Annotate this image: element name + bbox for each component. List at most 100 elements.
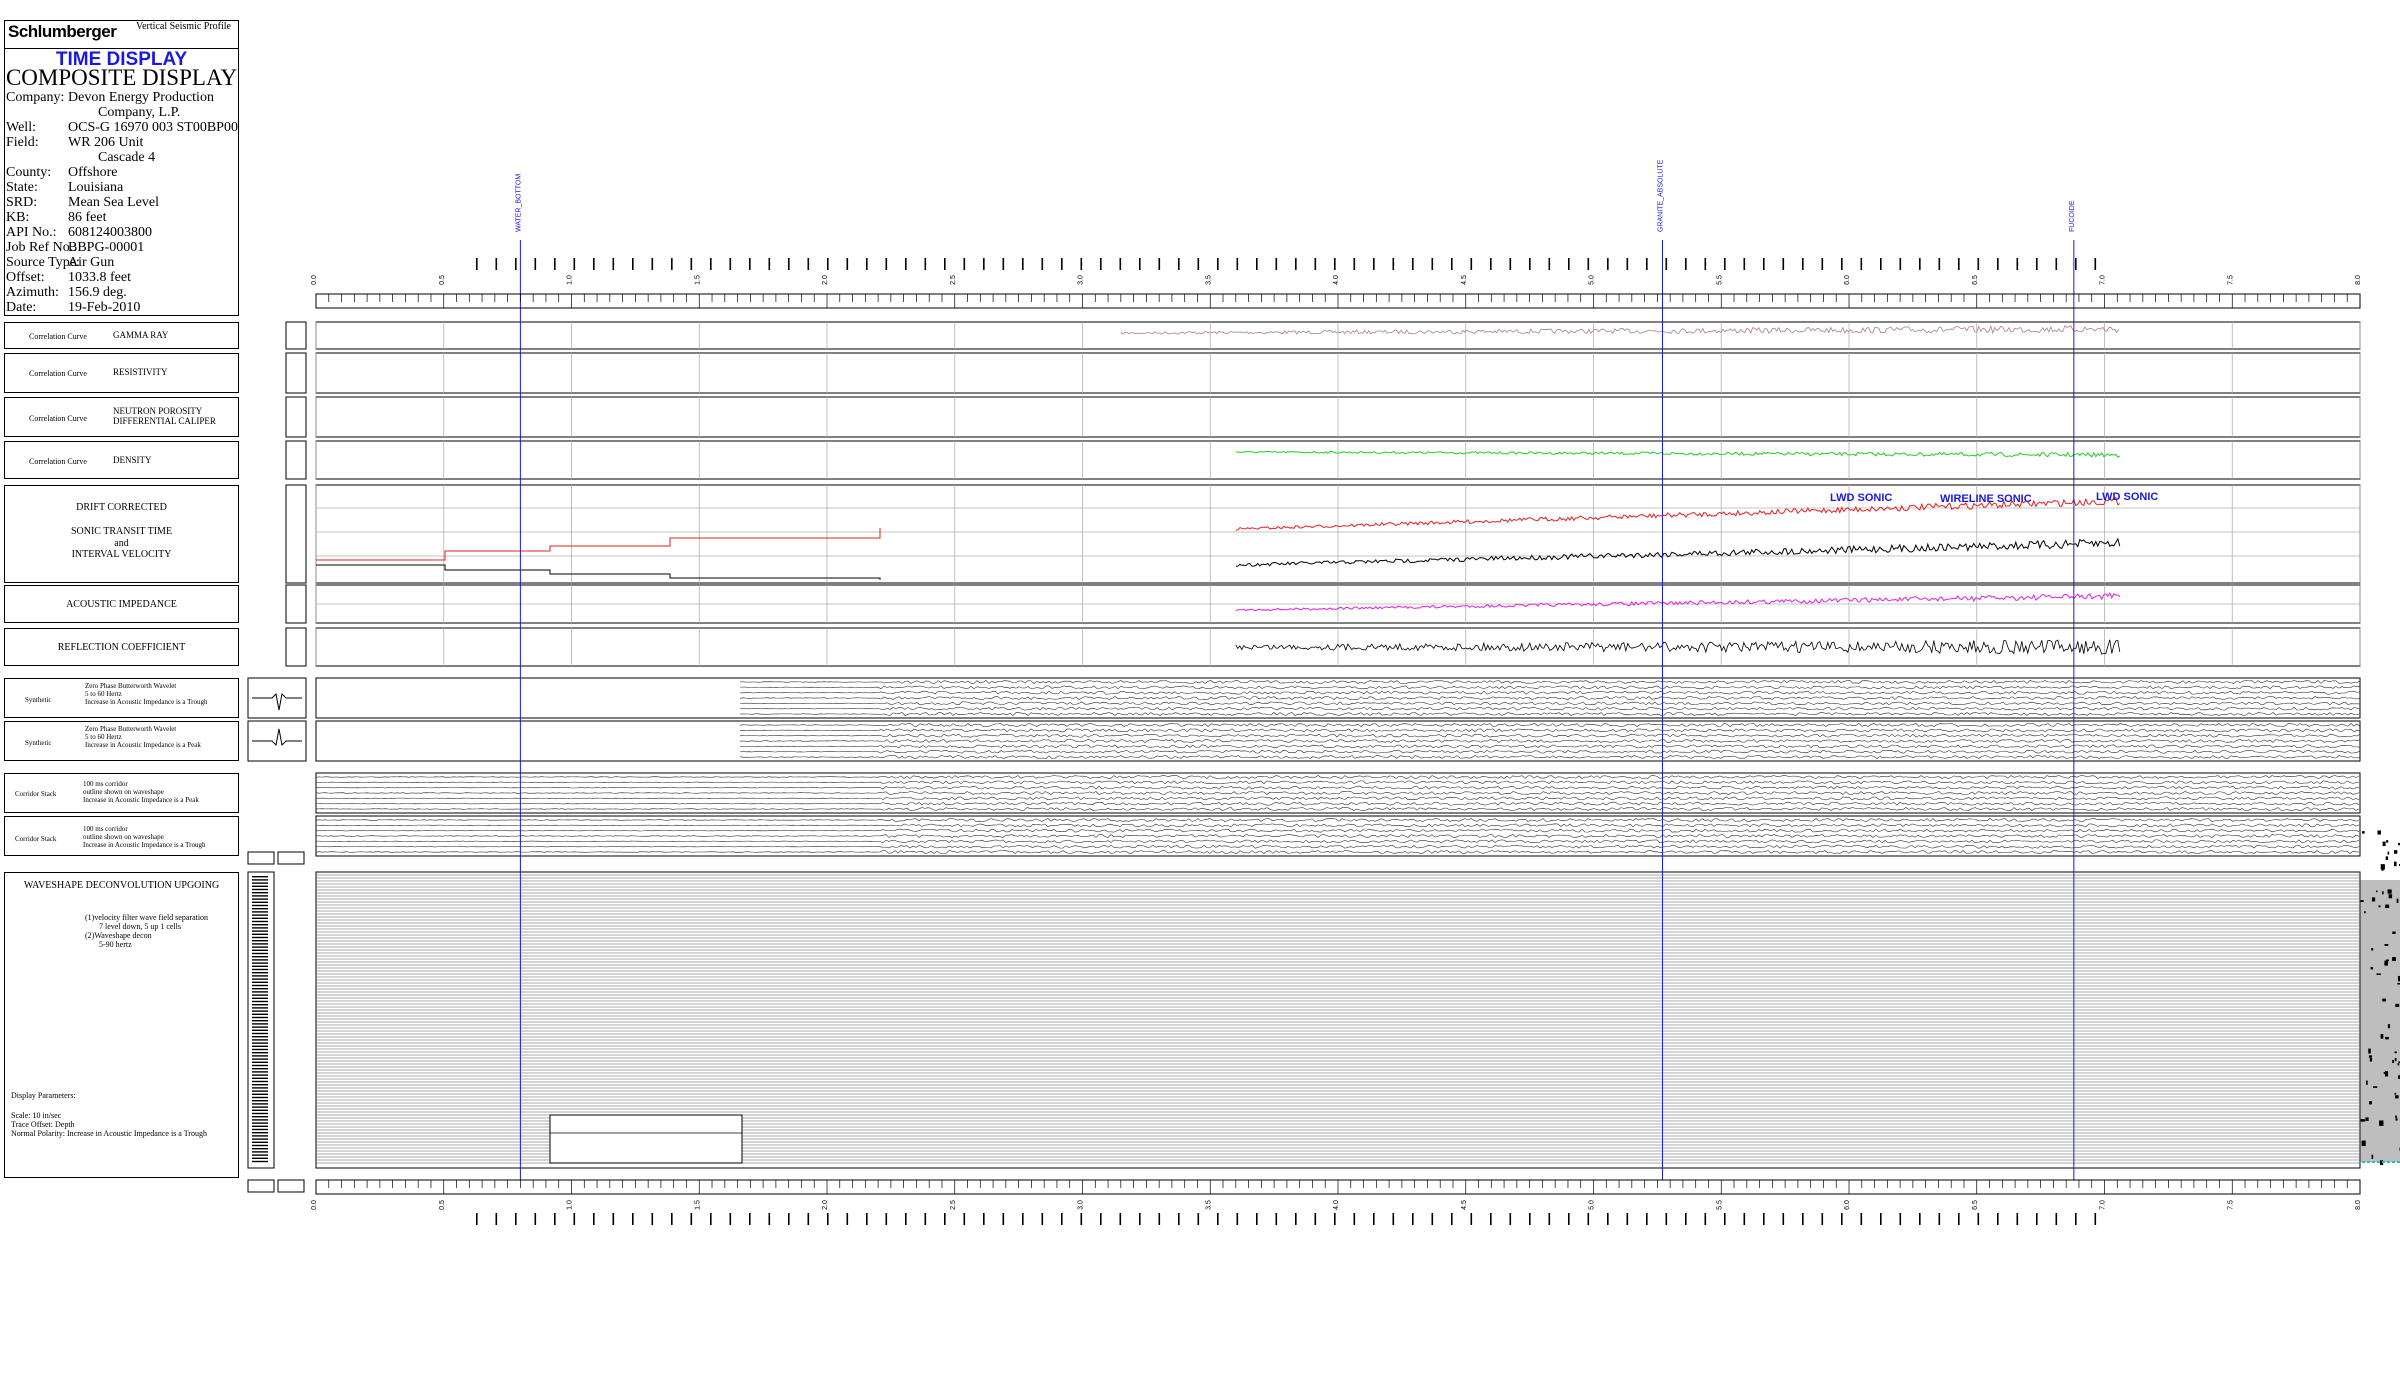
- depth-label-tick: [729, 1213, 732, 1225]
- depth-label-tick: [944, 258, 946, 270]
- depth-value: [252, 1157, 268, 1159]
- depth-label-tick: [1314, 1213, 1317, 1225]
- synthetic-trace: [739, 728, 2361, 733]
- depth-label-tick: [476, 1213, 478, 1225]
- waveshape-event: [2380, 864, 2385, 870]
- waveshape-event: [2386, 840, 2389, 843]
- depth-label-tick: [1704, 258, 1707, 270]
- depth-label-tick: [2055, 258, 2058, 270]
- depth-label-tick: [983, 1213, 985, 1225]
- depth-value: [252, 1084, 268, 1086]
- depth-label-tick: [690, 1213, 693, 1225]
- depth-label-tick: [924, 258, 927, 270]
- depth-label-tick: [515, 1213, 517, 1225]
- depth-label-tick: [573, 258, 576, 270]
- depth-value: [252, 1010, 268, 1012]
- corridor-trace: [315, 823, 2360, 828]
- depth-label-tick: [866, 258, 868, 270]
- waveshape-event: [2365, 1117, 2369, 1122]
- depth-value: [252, 1144, 268, 1147]
- depth-label-tick: [749, 1213, 751, 1225]
- depth-value: [252, 1068, 268, 1070]
- depth-value: [252, 895, 268, 897]
- depth-label-tick: [651, 1213, 654, 1225]
- depth-value: [252, 940, 268, 942]
- waveshape-event: [2387, 889, 2392, 894]
- depth-label-tick: [827, 258, 829, 270]
- depth-label-tick: [1626, 258, 1629, 270]
- depth-label-tick: [1821, 1213, 1824, 1225]
- interval-velocity-steps: [316, 564, 881, 580]
- depth-value: [252, 1064, 268, 1067]
- waveshape-event: [2395, 1115, 2397, 1119]
- depth-value: [252, 1029, 268, 1031]
- depth-label-tick: [573, 1213, 576, 1225]
- depth-label-tick: [1841, 1213, 1843, 1225]
- reflection-coefficient-curve: [1235, 639, 2121, 655]
- waveshape-event: [2395, 1003, 2400, 1008]
- waveshape-event: [2396, 898, 2399, 903]
- axis-tick-label: 3.0: [1078, 1200, 1085, 1210]
- depth-label-tick: [515, 258, 517, 270]
- wavelet-shape: [252, 692, 302, 711]
- synthetic-trace: [739, 755, 2361, 759]
- synthetic-trace: [739, 680, 2361, 684]
- depth-label-tick: [885, 258, 888, 270]
- depth-value: [252, 1052, 268, 1054]
- depth-value: [252, 1055, 268, 1057]
- depth-label-tick: [1802, 258, 1804, 270]
- axis-tick-label: 4.0: [1333, 1200, 1340, 1210]
- depth-label-tick: [729, 258, 732, 270]
- depth-value: [252, 1058, 268, 1060]
- depth-label-tick: [1782, 1213, 1785, 1225]
- axis-tick-label: 8.0: [2355, 275, 2362, 285]
- axis-tick-label: 5.5: [1716, 1200, 1723, 1210]
- axis-tick-label: 4.0: [1333, 275, 1340, 285]
- depth-label-tick: [1880, 1213, 1882, 1225]
- corridor-trace: [315, 796, 2360, 801]
- scale-box: [285, 440, 307, 480]
- depth-label-tick: [1587, 258, 1590, 270]
- depth-value: [252, 924, 268, 926]
- depth-label-tick: [1470, 1213, 1473, 1225]
- depth-label-tick: [1041, 1213, 1044, 1225]
- depth-label-tick: [768, 258, 771, 270]
- depth-value: [252, 1160, 268, 1163]
- depth-label-tick: [1529, 1213, 1531, 1225]
- axis-tick-label: 0.5: [439, 275, 446, 285]
- depth-label-tick: [1860, 1213, 1863, 1225]
- depth-label-tick: [1685, 1213, 1687, 1225]
- depth-label-tick: [612, 258, 615, 270]
- synthetic-trace: [739, 723, 2361, 727]
- depth-label-tick: [1763, 1213, 1765, 1225]
- depth-label-tick: [1236, 1213, 1239, 1225]
- depth-label-tick: [1392, 1213, 1395, 1225]
- depth-label-tick: [1139, 1213, 1141, 1225]
- depth-value: [252, 975, 268, 977]
- axis-tick-label: 7.0: [2100, 1200, 2107, 1210]
- depth-label-tick: [1899, 1213, 1902, 1225]
- waveshape-event: [2380, 1034, 2384, 1039]
- scale-box: [285, 627, 307, 667]
- depth-label-tick: [1022, 1213, 1024, 1225]
- axis-tick-label: 1.0: [567, 1200, 574, 1210]
- depth-value: [252, 1071, 268, 1073]
- depth-value: [252, 1013, 268, 1015]
- depth-label-tick: [1977, 1213, 1980, 1225]
- depth-label-tick: [1958, 1213, 1960, 1225]
- depth-label-tick: [2016, 258, 2019, 270]
- corridor-trace: [316, 780, 2360, 785]
- depth-value: [252, 876, 268, 878]
- depth-label-tick: [2094, 1213, 2097, 1225]
- depth-label-tick: [788, 1213, 790, 1225]
- depth-label-tick: [1295, 258, 1297, 270]
- waveshape-event: [2394, 1051, 2397, 1054]
- depth-value: [252, 952, 268, 955]
- axis-tick-label: 2.0: [822, 275, 829, 285]
- depth-value: [252, 1100, 268, 1102]
- depth-label-tick: [1431, 258, 1434, 270]
- depth-label-tick: [495, 258, 498, 270]
- depth-label-tick: [1197, 1213, 1200, 1225]
- axis-tick-label: 0.0: [311, 1200, 318, 1210]
- depth-value: [252, 991, 268, 993]
